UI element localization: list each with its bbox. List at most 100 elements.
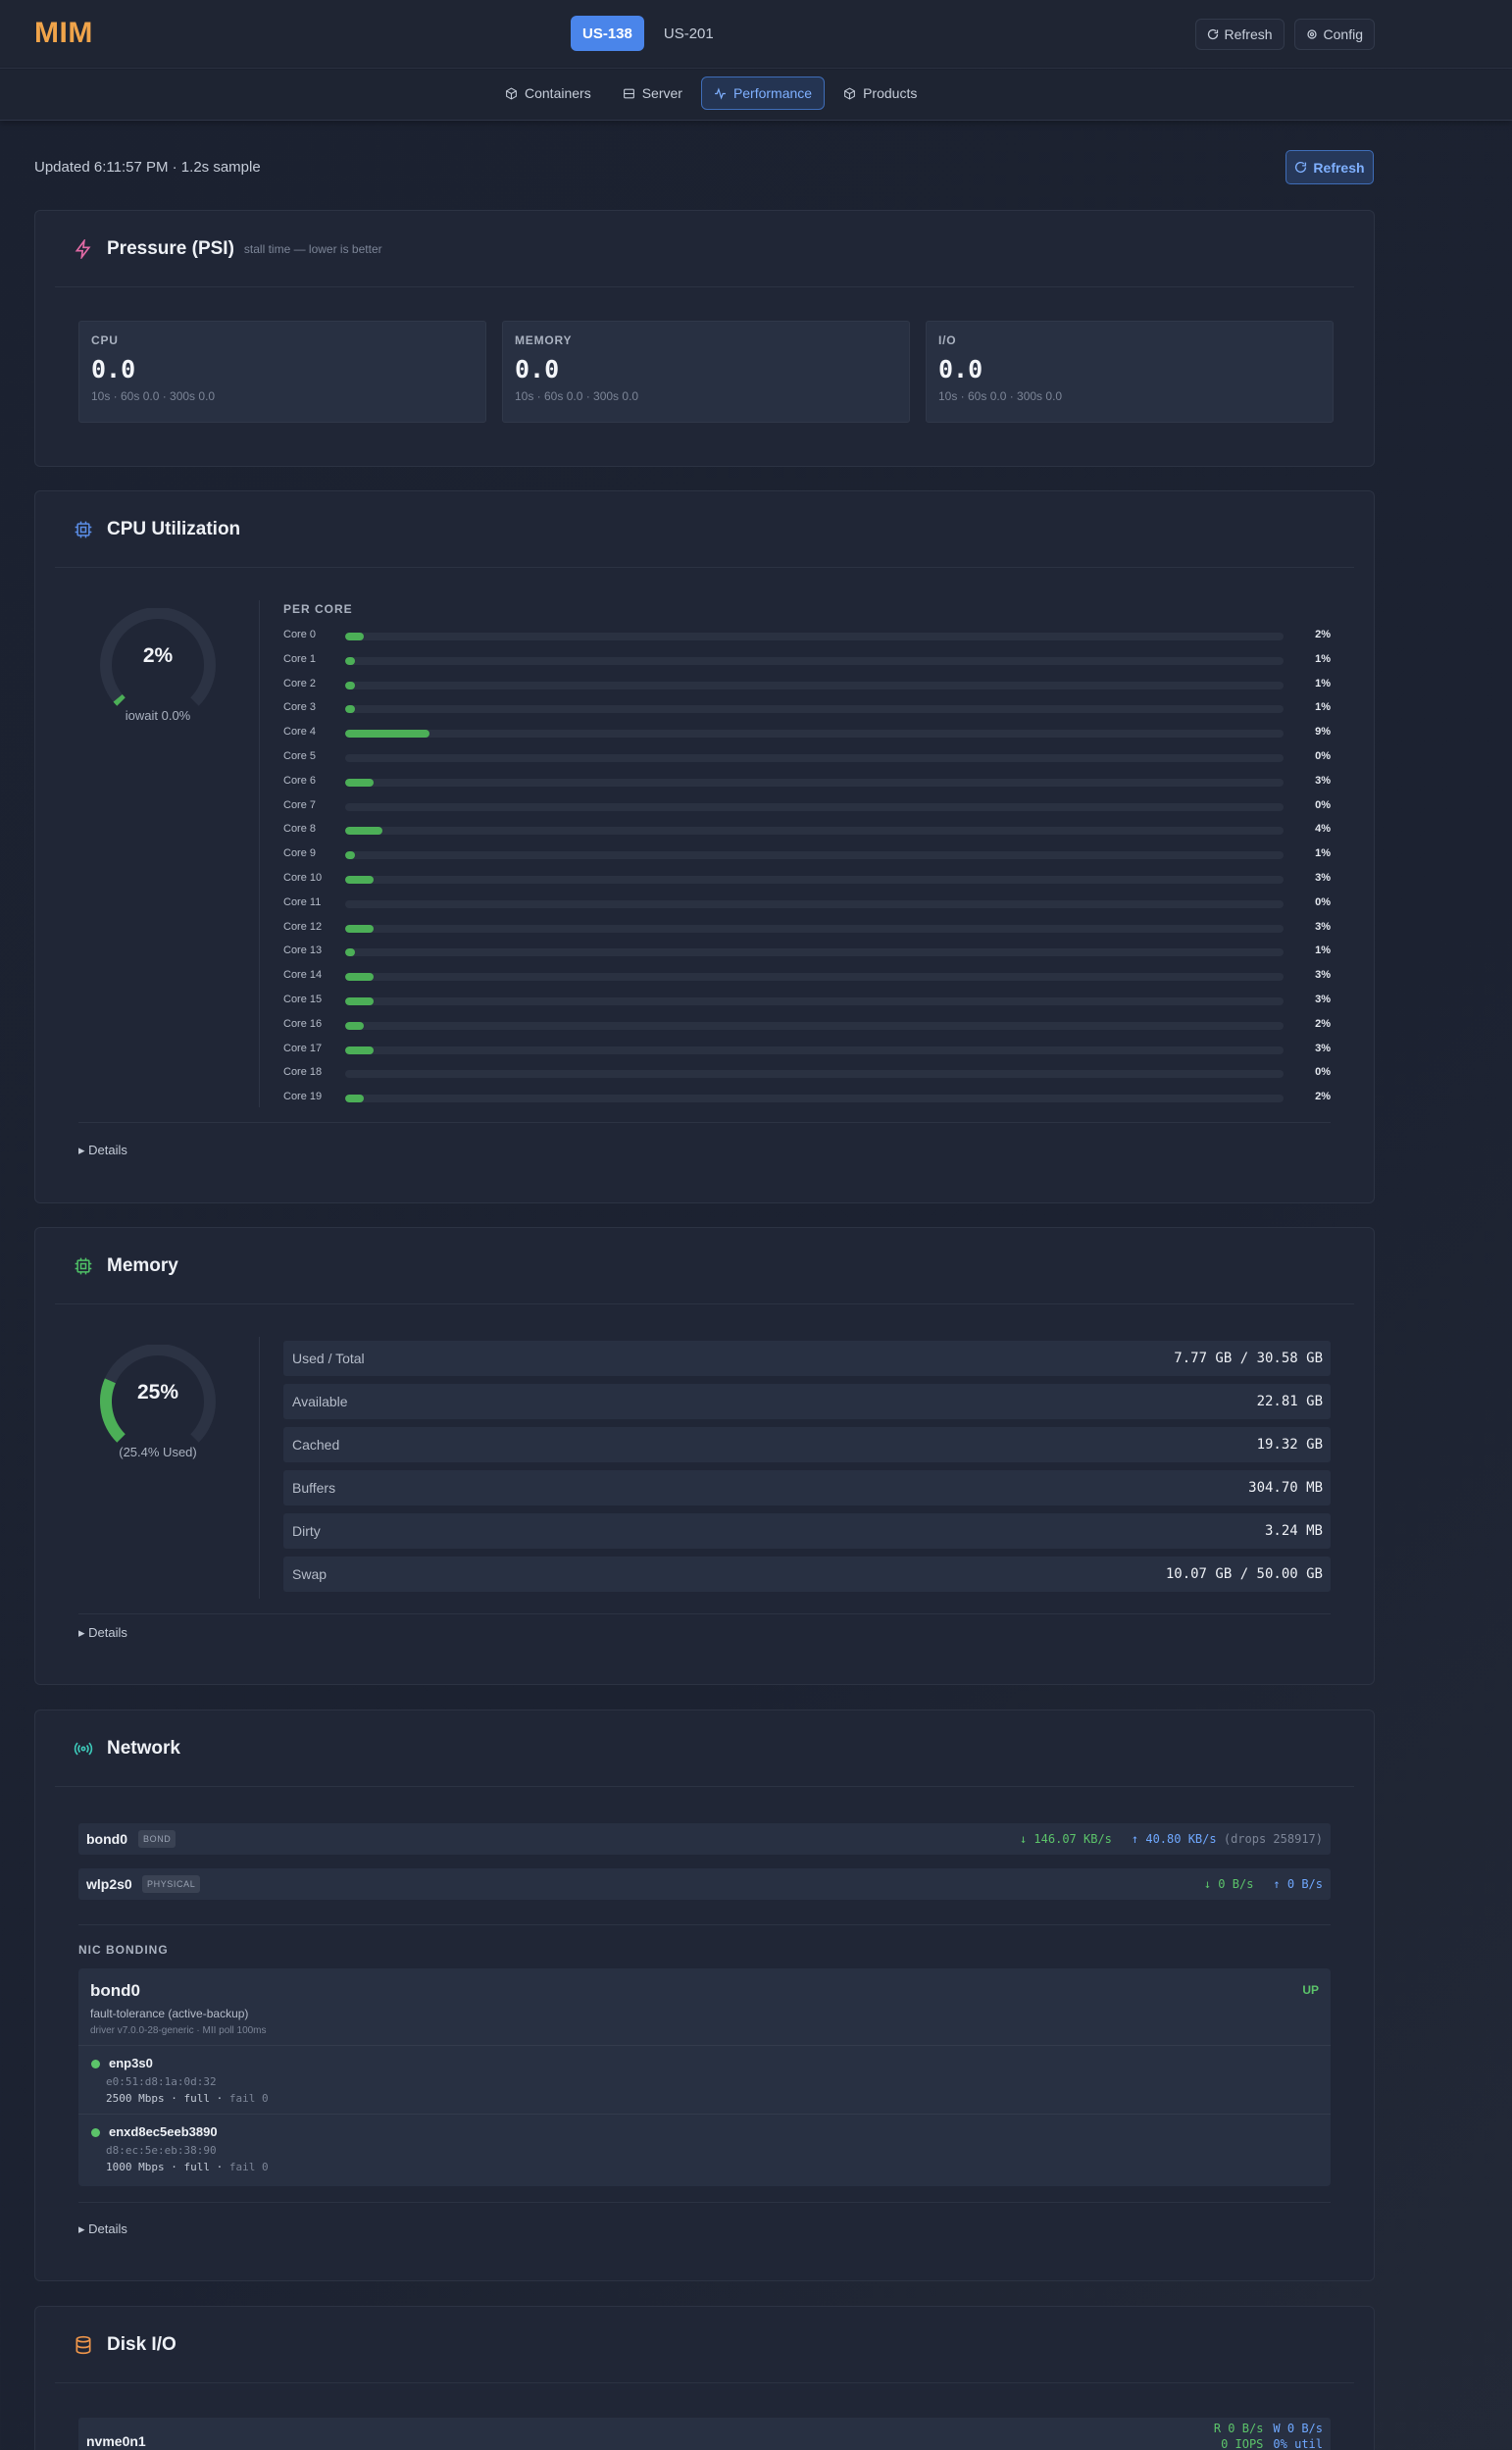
memory-divider [259,1337,260,1599]
refresh-button[interactable]: Refresh [1194,19,1285,50]
cpu-card-header: CPU Utilization [55,491,1354,568]
interface-row-bond0[interactable]: bond0 BOND ↓ 146.07 KB/s ↑ 40.80 KB/s (d… [78,1823,1331,1855]
slave-name: enp3s0 [109,2056,153,2070]
memory-stat-row: Used / Total 7.77 GB / 30.58 GB [283,1341,1331,1376]
bonding-divider [78,1924,1331,1925]
cpu-divider [259,600,260,1107]
tab-performance[interactable]: Performance [700,77,826,110]
core-usage-fill [345,997,374,1005]
slave-duplex: full [183,2161,210,2173]
tab-server[interactable]: Server [610,77,695,110]
core-name: Core 3 [283,701,317,714]
core-row: Core 12 3% [283,921,1331,937]
core-usage-fill [345,730,430,739]
tab-containers-label: Containers [525,85,591,101]
memory-stat-label: Available [292,1394,348,1409]
memory-stat-row: Available 22.81 GB [283,1384,1331,1419]
core-usage-fill [345,851,355,860]
cpu-details-toggle[interactable]: ▸ Details [78,1143,127,1158]
nic-bonding-label: NIC BONDING [78,1943,169,1957]
core-usage-value: 3% [1315,872,1331,884]
core-row: Core 6 3% [283,775,1331,791]
interface-tx-group: ↑ 40.80 KB/s (drops 258917) [1132,1832,1323,1846]
core-usage-value: 0% [1315,895,1331,908]
core-name: Core 0 [283,629,317,640]
core-usage-fill [345,681,355,689]
disk-title: Disk I/O [107,2333,176,2355]
host-tabs: US-138 US-201 [571,16,726,51]
interface-tx: ↑ 40.80 KB/s [1131,1832,1217,1846]
memory-stat-value: 22.81 GB [1256,1394,1323,1409]
core-name: Core 5 [283,750,317,762]
core-usage-value: 1% [1315,701,1331,714]
memory-stat-row: Buffers 304.70 MB [283,1470,1331,1506]
psi-subtitle: stall time — lower is better [243,241,382,256]
core-name: Core 9 [283,847,317,860]
core-usage-bar [345,899,1284,908]
slave-info: 1000 Mbps · full · fail 0 [106,2161,269,2173]
core-usage-value: 2% [1315,1091,1331,1103]
core-row: Core 5 0% [283,750,1331,766]
refresh-data-button[interactable]: Refresh [1285,150,1374,184]
interface-rates: ↓ 146.07 KB/s ↑ 40.80 KB/s (drops 258917… [1020,1832,1323,1846]
core-name: Core 16 [283,1017,323,1030]
core-usage-bar [345,730,1284,739]
psi-memory-label: MEMORY [515,333,573,347]
core-usage-value: 1% [1315,652,1331,665]
psi-io-value: 0.0 [938,355,983,383]
host-tab-us-138[interactable]: US-138 [571,16,644,51]
updated-timestamp: Updated 6:11:57 PM · 1.2s sample [34,159,261,176]
core-usage-value: 9% [1315,726,1331,739]
psi-cpu-detail: 10s · 60s 0.0 · 300s 0.0 [91,389,216,403]
core-name: Core 11 [283,895,322,908]
core-row: Core 1 1% [283,653,1331,669]
gauge-value-arc [113,693,126,706]
host-tab-us-201[interactable]: US-201 [652,16,726,51]
core-usage-bar [345,827,1284,836]
slave-speed: 2500 Mbps [106,2092,165,2105]
core-usage-bar [345,876,1284,884]
config-button[interactable]: Config [1293,19,1375,50]
tab-products[interactable]: Products [831,77,930,110]
tab-performance-label: Performance [732,85,813,101]
core-usage-value: 0% [1315,750,1331,762]
tab-containers[interactable]: Containers [492,77,604,110]
app-logo[interactable]: MIM [34,17,93,50]
core-usage-value: 2% [1315,629,1331,640]
core-row: Core 9 1% [283,847,1331,863]
psi-io-box: I/O 0.0 10s · 60s 0.0 · 300s 0.0 [926,321,1334,423]
disk-card: Disk I/O nvme0n1 R 0 B/s W 0 B/s 0 IOPS … [34,2306,1375,2450]
memory-chip-icon [74,1256,93,1276]
network-title: Network [107,1737,180,1759]
network-details-toggle[interactable]: ▸ Details [78,2221,127,2237]
core-usage-fill [345,1021,365,1030]
psi-title: Pressure (PSI) [107,237,234,259]
interface-row-wlp2s0[interactable]: wlp2s0 PHYSICAL ↓ 0 B/s ↑ 0 B/s [78,1868,1331,1900]
memory-stat-row: Cached 19.32 GB [283,1427,1331,1462]
refresh-data-label: Refresh [1313,159,1365,176]
server-icon [623,87,635,100]
core-row: Core 15 3% [283,994,1331,1009]
memory-stat-label: Used / Total [292,1351,365,1366]
gear-icon [1306,28,1318,40]
disk-row-nvme0n1[interactable]: nvme0n1 R 0 B/s W 0 B/s 0 IOPS 0% util [78,2418,1331,2450]
activity-icon [714,86,727,100]
memory-details-toggle[interactable]: ▸ Details [78,1625,127,1641]
core-name: Core 8 [283,823,317,836]
disk-read-rate: R 0 B/s [1213,2422,1264,2435]
memory-stat-label: Cached [292,1437,340,1453]
bond-slave-row: enp3s0 e0:51:d8:1a:0d:32 2500 Mbps · ful… [78,2045,1331,2114]
core-usage-fill [345,948,355,957]
core-name: Core 10 [283,872,323,884]
database-icon [74,2335,93,2355]
core-usage-bar [345,997,1284,1005]
core-usage-value: 3% [1315,920,1331,933]
interface-type-badge: BOND [138,1830,176,1848]
memory-stat-label: Swap [292,1566,328,1582]
disk-iops: 0 IOPS [1221,2437,1264,2450]
core-usage-bar [345,924,1284,933]
disk-write-rate: W 0 B/s [1273,2422,1323,2435]
memory-stat-value: 304.70 MB [1248,1480,1323,1496]
nav-bar: Containers Server Performance Products [0,70,1512,121]
core-usage-value: 3% [1315,1042,1331,1054]
